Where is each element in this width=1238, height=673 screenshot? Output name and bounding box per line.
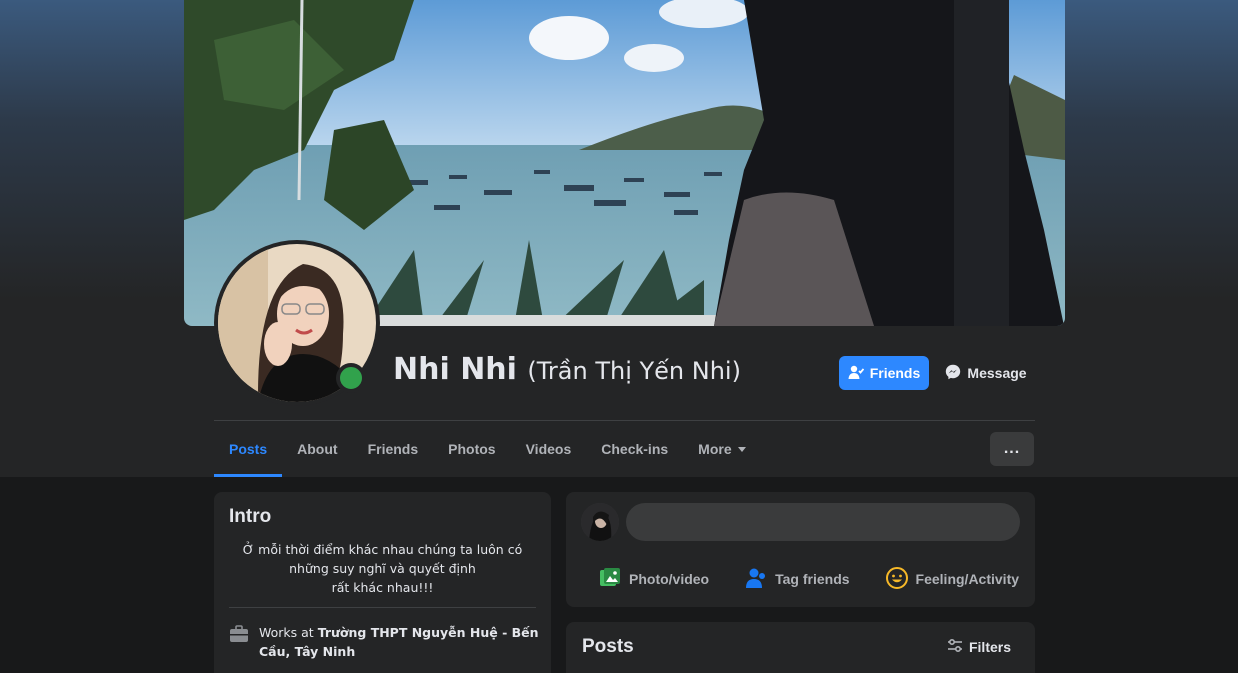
works-prefix: Works at [259, 625, 318, 640]
tab-label: Check-ins [601, 441, 669, 457]
tab-videos[interactable]: Videos [511, 421, 587, 477]
tag-people-icon [745, 567, 767, 592]
briefcase-icon [229, 623, 249, 661]
tab-label: About [297, 441, 338, 457]
feeling-activity-button[interactable]: Feeling/Activity [868, 562, 1037, 596]
tag-friends-button[interactable]: Tag friends [727, 562, 867, 596]
friends-button[interactable]: Friends [839, 356, 929, 390]
intro-card: Intro Ở mỗi thời điểm khác nhau chúng ta… [214, 492, 551, 673]
feeling-activity-label: Feeling/Activity [915, 571, 1020, 587]
message-button[interactable]: Message [938, 356, 1034, 390]
message-button-label: Message [967, 365, 1027, 381]
profile-display-name: Nhi Nhi [393, 352, 517, 387]
smiley-icon [885, 566, 908, 592]
tab-friends[interactable]: Friends [353, 421, 434, 477]
tab-posts[interactable]: Posts [214, 421, 283, 477]
ellipsis-icon: ... [1003, 440, 1021, 457]
tab-label: Videos [525, 441, 572, 457]
intro-bio: Ở mỗi thời điểm khác nhau chúng ta luôn … [229, 540, 536, 597]
tag-friends-label: Tag friends [775, 571, 850, 587]
friends-button-label: Friends [869, 365, 921, 381]
tab-more[interactable]: More [683, 421, 760, 477]
person-check-icon [848, 364, 864, 383]
filters-label: Filters [968, 639, 1011, 655]
intro-divider [229, 607, 536, 608]
tab-photos[interactable]: Photos [433, 421, 510, 477]
bio-line: rất khác nhau!!! [331, 580, 434, 595]
tab-about[interactable]: About [282, 421, 352, 477]
composer-actions: Photo/video Tag friends Feeling/Activity [581, 562, 1021, 596]
works-at-text: Works at Trường THPT Nguyễn Huệ - Bến Cầ… [259, 623, 539, 661]
tab-label: More [698, 441, 732, 457]
tab-label: Photos [448, 441, 496, 457]
profile-tabs: Posts About Friends Photos Videos Check-… [214, 421, 761, 477]
more-options-button[interactable]: ... [990, 432, 1034, 466]
tab-label: Posts [229, 441, 268, 457]
tab-label: Friends [367, 441, 419, 457]
caret-down-icon [737, 446, 746, 452]
messenger-icon [945, 364, 961, 383]
filters-button[interactable]: Filters [937, 634, 1021, 660]
posts-header-card: Posts Filters [566, 622, 1035, 673]
intro-title: Intro [229, 506, 272, 527]
online-status-indicator [336, 363, 366, 393]
photo-video-button[interactable]: Photo/video [581, 562, 727, 596]
composer-input[interactable] [626, 503, 1020, 541]
photo-icon [599, 567, 621, 592]
works-at-item: Works at Trường THPT Nguyễn Huệ - Bến Cầ… [229, 623, 539, 661]
profile-alternate-name: (Trần Thị Yến Nhi) [527, 357, 741, 385]
avatar[interactable] [581, 503, 619, 541]
posts-title: Posts [582, 636, 634, 657]
sliders-icon [947, 638, 963, 656]
composer-avatar-image [581, 503, 619, 541]
photo-video-label: Photo/video [629, 571, 710, 587]
bio-line: Ở mỗi thời điểm khác nhau chúng ta luôn … [242, 542, 523, 557]
profile-name: Nhi Nhi (Trần Thị Yến Nhi) [393, 352, 741, 387]
bio-line: những suy nghĩ và quyết định [289, 561, 476, 576]
post-composer: Photo/video Tag friends Feeling/Activity [566, 492, 1035, 607]
tab-check-ins[interactable]: Check-ins [586, 421, 683, 477]
